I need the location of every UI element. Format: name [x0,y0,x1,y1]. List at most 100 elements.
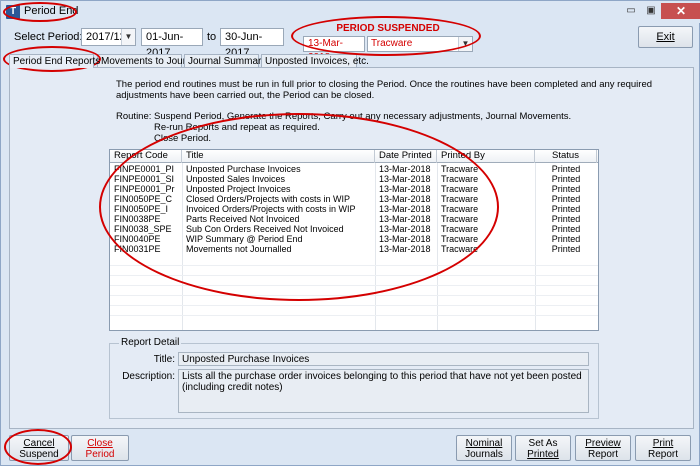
cell-status: Printed [551,214,581,224]
period-end-window: T Period End ▭ ▣ ✕ Select Period: 2017/1… [0,0,700,466]
table-row[interactable]: FINPE0001_SI Unposted Sales Invoices 13-… [110,174,598,184]
row-divider [110,265,598,266]
cell-printed-by: Tracware [441,174,479,184]
close-period-label-1: Close [87,438,113,449]
cell-date-printed: 13-Mar-2018 [379,184,431,194]
close-period-button[interactable]: Close Period [71,435,129,461]
cell-status: Printed [551,224,581,234]
cell-printed-by: Tracware [441,184,479,194]
app-icon: T [6,5,20,19]
cell-report-code: FINPE0001_Pr [114,184,175,194]
cell-report-code: FIN0031PE [114,244,161,254]
cell-date-printed: 13-Mar-2018 [379,234,431,244]
suspended-user: Tracware [371,38,413,49]
column-header-date-printed[interactable]: Date Printed [375,150,437,163]
cell-date-printed: 13-Mar-2018 [379,204,431,214]
cell-title: Parts Received Not Invoiced [186,214,300,224]
maximize-button[interactable]: ▣ [643,4,659,18]
cancel-suspend-label-2: Suspend [19,449,59,460]
row-divider [110,315,598,316]
routine-line-3: Close Period. [154,133,212,144]
row-divider [110,285,598,286]
column-header-status[interactable]: Status [535,150,597,163]
suspended-by-select[interactable]: Tracware ▼ [367,36,473,52]
cell-title: Unposted Purchase Invoices [186,164,301,174]
cell-report-code: FIN0038_SPE [114,224,172,234]
cell-status: Printed [551,204,581,214]
cell-printed-by: Tracware [441,234,479,244]
cell-date-printed: 13-Mar-2018 [379,174,431,184]
table-row[interactable]: FINPE0001_PI Unposted Purchase Invoices … [110,164,598,174]
cell-title: Unposted Project Invoices [186,184,291,194]
print-report-button[interactable]: Print Report [635,435,691,461]
row-divider [110,305,598,306]
cell-title: Closed Orders/Projects with costs in WIP [186,194,351,204]
chevron-down-icon[interactable]: ▼ [458,37,472,51]
set-as-printed-button[interactable]: Set As Printed [515,435,571,461]
set-as-printed-label-1: Set As [528,438,558,449]
period-suspended-panel: PERIOD SUSPENDED 13-Mar-2018 Tracware ▼ [303,22,473,63]
nominal-journals-button[interactable]: Nominal Journals [456,435,512,461]
title-bar: T Period End ▭ ▣ ✕ [1,1,700,23]
cell-printed-by: Tracware [441,164,479,174]
exit-label: Exit [656,31,675,43]
cell-status: Printed [551,244,581,254]
tab-unposted-invoices[interactable]: Unposted Invoices, etc. [261,54,369,68]
exit-button[interactable]: Exit [638,26,693,48]
suspended-date: 13-Mar-2018 [303,36,365,63]
cell-status: Printed [551,194,581,204]
cell-report-code: FIN0050PE_C [114,194,173,204]
table-row[interactable]: FIN0050PE_I Invoiced Orders/Projects wit… [110,204,598,214]
instructions-paragraph: The period end routines must be run in f… [116,79,655,101]
cell-title: Movements not Journalled [186,244,292,254]
cell-date-printed: 13-Mar-2018 [379,164,431,174]
table-row[interactable]: FIN0038PE Parts Received Not Invoiced 13… [110,214,598,224]
table-header: Report Code Title Date Printed Printed B… [110,150,598,163]
period-suspended-title: PERIOD SUSPENDED [336,23,440,34]
cancel-suspend-label-1: Cancel [23,438,55,449]
close-button[interactable]: ✕ [661,3,700,19]
cell-printed-by: Tracware [441,214,479,224]
column-header-report-code[interactable]: Report Code [110,150,182,163]
period-start-date: 01-Jun-2017 [141,28,203,59]
cell-report-code: FIN0040PE [114,234,161,244]
report-detail-label: Report Detail [119,337,182,348]
nominal-journals-label-1: Nominal [465,438,503,449]
cancel-suspend-button[interactable]: Cancel Suspend [9,435,69,461]
table-row[interactable]: FIN0050PE_C Closed Orders/Projects with … [110,194,598,204]
set-as-printed-label-2: Printed [527,449,559,460]
minimize-button[interactable]: ▭ [623,4,639,18]
instructions-text: The period end routines must be run in f… [116,79,686,144]
tab-period-end-reports[interactable]: Period End Reports [9,54,100,68]
cell-date-printed: 13-Mar-2018 [379,214,431,224]
reports-table[interactable]: Report Code Title Date Printed Printed B… [109,149,599,331]
preview-report-label-2: Report [587,449,618,460]
print-report-label-1: Print [652,438,674,449]
period-select[interactable]: 2017/12 ▼ [81,28,136,46]
table-row[interactable]: FINPE0001_Pr Unposted Project Invoices 1… [110,184,598,194]
preview-report-label-1: Preview [585,438,621,449]
preview-report-button[interactable]: Preview Report [575,435,631,461]
cell-date-printed: 13-Mar-2018 [379,244,431,254]
window-title: Period End [24,5,79,17]
cell-status: Printed [551,184,581,194]
table-row[interactable]: FIN0038_SPE Sub Con Orders Received Not … [110,224,598,234]
cell-title: Invoiced Orders/Projects with costs in W… [186,204,356,214]
period-end-date: 30-Jun-2017 [220,28,284,59]
cell-report-code: FIN0050PE_I [114,204,169,214]
nominal-journals-label-2: Journals [465,449,503,460]
column-header-title[interactable]: Title [182,150,375,163]
period-value: 2017/12 [86,31,126,43]
tab-journal-summary[interactable]: Journal Summary [184,54,266,68]
print-report-label-2: Report [647,449,678,460]
table-row[interactable]: FIN0040PE WIP Summary @ Period End 13-Ma… [110,234,598,244]
cell-date-printed: 13-Mar-2018 [379,224,431,234]
cell-report-code: FIN0038PE [114,214,161,224]
table-row[interactable]: FIN0031PE Movements not Journalled 13-Ma… [110,244,598,254]
cell-date-printed: 13-Mar-2018 [379,194,431,204]
detail-title-field: Unposted Purchase Invoices [178,352,589,366]
column-header-printed-by[interactable]: Printed By [437,150,535,163]
select-period-label: Select Period: [14,31,83,43]
chevron-down-icon[interactable]: ▼ [121,29,135,45]
tab-movements-to-journal[interactable]: Movements to Journal [97,54,199,68]
